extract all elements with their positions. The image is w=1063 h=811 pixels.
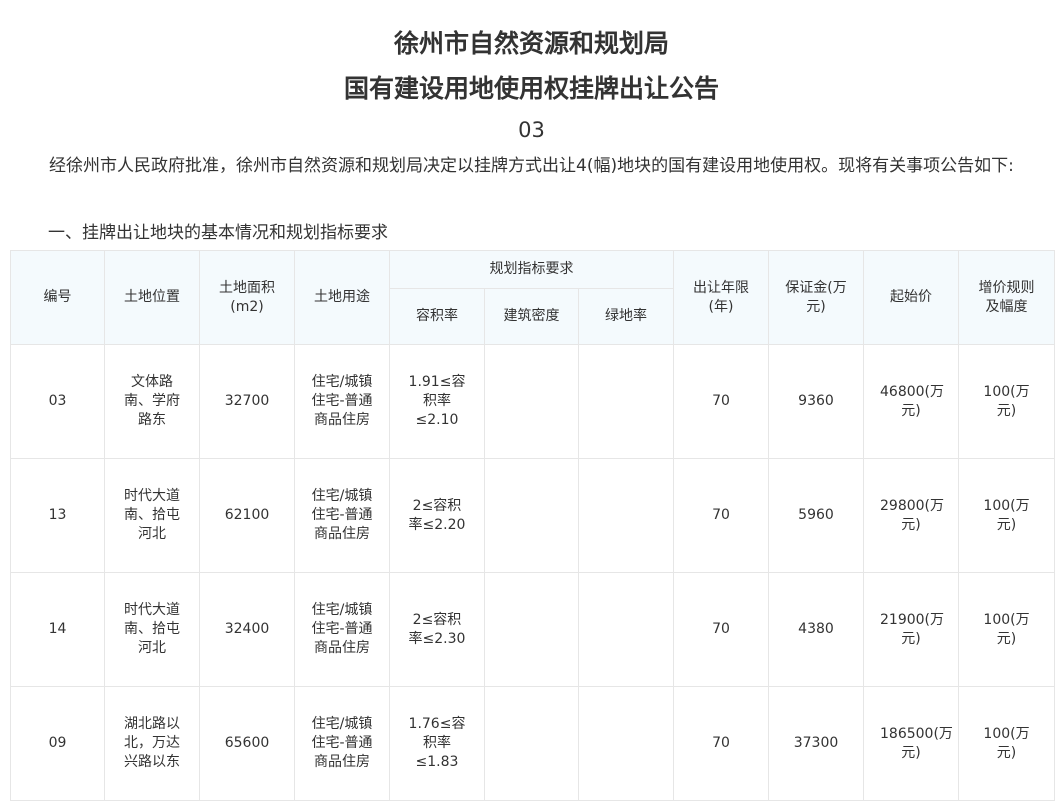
cell-term: 70 bbox=[673, 686, 769, 801]
intro-paragraph: 经徐州市人民政府批准，徐州市自然资源和规划局决定以挂牌方式出让4(幅)地块的国有… bbox=[49, 156, 1014, 176]
cell-deposit: 9360 bbox=[768, 344, 864, 459]
cell-increment: 100(万元) bbox=[958, 686, 1055, 801]
cell-green bbox=[578, 572, 674, 687]
cell-green bbox=[578, 344, 674, 459]
cell-area: 32400 bbox=[199, 572, 295, 687]
announcement-number: 03 bbox=[518, 118, 545, 142]
header-area: 土地面积(m2) bbox=[199, 250, 295, 345]
cell-far: 1.91≤容积率≤2.10 bbox=[389, 344, 485, 459]
header-planning-group: 规划指标要求 bbox=[389, 250, 674, 289]
announcement-title-line1: 徐州市自然资源和规划局 bbox=[393, 29, 669, 58]
cell-start-price: 186500(万元) bbox=[863, 686, 959, 801]
cell-green bbox=[578, 686, 674, 801]
cell-use: 住宅/城镇住宅-普通商品住房 bbox=[294, 572, 390, 687]
cell-term: 70 bbox=[673, 344, 769, 459]
cell-deposit: 4380 bbox=[768, 572, 864, 687]
cell-increment: 100(万元) bbox=[958, 344, 1055, 459]
cell-increment: 100(万元) bbox=[958, 572, 1055, 687]
cell-term: 70 bbox=[673, 458, 769, 573]
cell-far: 2≤容积率≤2.20 bbox=[389, 458, 485, 573]
header-id: 编号 bbox=[10, 250, 105, 345]
cell-green bbox=[578, 458, 674, 573]
cell-deposit: 37300 bbox=[768, 686, 864, 801]
header-increment: 增价规则及幅度 bbox=[958, 250, 1055, 345]
table-row: 03 文体路南、学府路东 32700 住宅/城镇住宅-普通商品住房 1.91≤容… bbox=[10, 344, 1055, 459]
cell-far: 1.76≤容积率≤1.83 bbox=[389, 686, 485, 801]
cell-use: 住宅/城镇住宅-普通商品住房 bbox=[294, 686, 390, 801]
header-deposit: 保证金(万元) bbox=[768, 250, 864, 345]
cell-id: 03 bbox=[10, 344, 105, 459]
cell-use: 住宅/城镇住宅-普通商品住房 bbox=[294, 344, 390, 459]
cell-area: 32700 bbox=[199, 344, 295, 459]
header-use: 土地用途 bbox=[294, 250, 390, 345]
header-density: 建筑密度 bbox=[484, 288, 579, 345]
cell-start-price: 46800(万元) bbox=[863, 344, 959, 459]
section-title: 一、挂牌出让地块的基本情况和规划指标要求 bbox=[48, 223, 388, 243]
header-location: 土地位置 bbox=[104, 250, 200, 345]
cell-area: 65600 bbox=[199, 686, 295, 801]
header-term: 出让年限(年) bbox=[673, 250, 769, 345]
cell-increment: 100(万元) bbox=[958, 458, 1055, 573]
cell-density bbox=[484, 344, 579, 459]
cell-far: 2≤容积率≤2.30 bbox=[389, 572, 485, 687]
table-row: 14 时代大道南、拾屯河北 32400 住宅/城镇住宅-普通商品住房 2≤容积率… bbox=[10, 572, 1055, 687]
cell-location: 时代大道南、拾屯河北 bbox=[104, 458, 200, 573]
cell-id: 09 bbox=[10, 686, 105, 801]
cell-density bbox=[484, 458, 579, 573]
cell-location: 湖北路以北，万达兴路以东 bbox=[104, 686, 200, 801]
land-parcel-table: 编号 土地位置 土地面积(m2) 土地用途 规划指标要求 出让年限(年) 保证金… bbox=[10, 250, 1055, 801]
header-start-price: 起始价 bbox=[863, 250, 959, 345]
cell-id: 14 bbox=[10, 572, 105, 687]
table-row: 09 湖北路以北，万达兴路以东 65600 住宅/城镇住宅-普通商品住房 1.7… bbox=[10, 686, 1055, 801]
cell-start-price: 21900(万元) bbox=[863, 572, 959, 687]
cell-density bbox=[484, 686, 579, 801]
cell-area: 62100 bbox=[199, 458, 295, 573]
header-green: 绿地率 bbox=[578, 288, 674, 345]
cell-location: 文体路南、学府路东 bbox=[104, 344, 200, 459]
cell-id: 13 bbox=[10, 458, 105, 573]
cell-location: 时代大道南、拾屯河北 bbox=[104, 572, 200, 687]
table-row: 13 时代大道南、拾屯河北 62100 住宅/城镇住宅-普通商品住房 2≤容积率… bbox=[10, 458, 1055, 573]
cell-use: 住宅/城镇住宅-普通商品住房 bbox=[294, 458, 390, 573]
announcement-title-line2: 国有建设用地使用权挂牌出让公告 bbox=[343, 74, 719, 103]
header-far: 容积率 bbox=[389, 288, 485, 345]
cell-density bbox=[484, 572, 579, 687]
cell-start-price: 29800(万元) bbox=[863, 458, 959, 573]
cell-term: 70 bbox=[673, 572, 769, 687]
cell-deposit: 5960 bbox=[768, 458, 864, 573]
